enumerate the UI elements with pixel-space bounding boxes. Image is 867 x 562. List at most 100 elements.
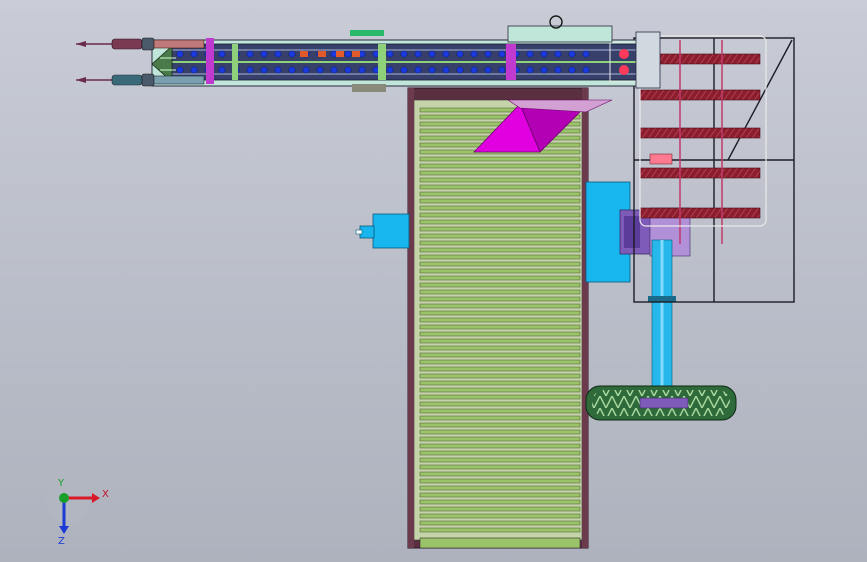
boom-roller — [484, 66, 492, 74]
conveyor-slat — [419, 464, 581, 470]
conveyor-slat — [419, 478, 581, 484]
conveyor-rail-left — [408, 88, 414, 548]
conveyor-slat — [419, 527, 581, 533]
boom-roller — [400, 50, 408, 58]
probe-arm-lower[interactable] — [76, 73, 205, 87]
conveyor-slat — [419, 408, 581, 414]
conveyor-slat — [419, 156, 581, 162]
conveyor-slat — [419, 394, 581, 400]
conveyor-slat — [419, 471, 581, 477]
boom-roller — [554, 66, 562, 74]
conveyor-slat — [419, 359, 581, 365]
slat-conveyor[interactable] — [407, 87, 589, 549]
conveyor-rail-right — [582, 88, 588, 548]
y-axis-label: Y — [57, 478, 65, 489]
conveyor-end-roller — [419, 537, 581, 549]
conveyor-slat — [419, 352, 581, 358]
boom-roller-accent — [336, 51, 344, 57]
boom-roller — [246, 66, 254, 74]
conveyor-slat — [419, 254, 581, 260]
conveyor-slat — [419, 506, 581, 512]
conveyor-slat — [419, 485, 581, 491]
conveyor-slat — [419, 422, 581, 428]
boom-roller — [470, 50, 478, 58]
conveyor-slat — [419, 240, 581, 246]
conveyor-slat — [419, 373, 581, 379]
conveyor-slat — [419, 415, 581, 421]
boom-roller — [260, 50, 268, 58]
boom-roller — [414, 50, 422, 58]
boom-roller — [358, 66, 366, 74]
reel-bar — [639, 89, 761, 101]
conveyor-slat — [419, 380, 581, 386]
conveyor-slat — [419, 212, 581, 218]
boom-roller — [344, 50, 352, 58]
boom-roller — [582, 66, 590, 74]
boom-roller — [386, 66, 394, 74]
boom-roller — [582, 50, 590, 58]
boom-roller — [428, 50, 436, 58]
boom-roller — [288, 66, 296, 74]
boom-roller — [246, 50, 254, 58]
boom-roller — [176, 66, 184, 74]
conveyor-slat — [419, 499, 581, 505]
boom-roller — [540, 50, 548, 58]
conveyor-slat — [419, 317, 581, 323]
conveyor-slat — [419, 436, 581, 442]
conveyor-slat — [419, 233, 581, 239]
boom-roller-accent — [300, 51, 308, 57]
boom-roller — [316, 66, 324, 74]
boom-roller — [442, 66, 450, 74]
conveyor-slat — [419, 191, 581, 197]
boom-roller — [190, 50, 198, 58]
z-axis-label: Z — [58, 536, 65, 547]
conveyor-slat — [419, 457, 581, 463]
conveyor-slat — [419, 310, 581, 316]
boom-roller — [274, 66, 282, 74]
boom-roller — [554, 50, 562, 58]
boom-roller — [176, 50, 184, 58]
boom-roller — [218, 50, 226, 58]
boom-roller — [442, 50, 450, 58]
conveyor-slat — [419, 443, 581, 449]
boom-roller — [568, 66, 576, 74]
boom-roller — [484, 50, 492, 58]
cad-viewport[interactable]: X Y Z — [0, 0, 867, 562]
drive-shaft[interactable] — [648, 239, 676, 401]
conveyor-slat — [419, 296, 581, 302]
conveyor-slat — [419, 401, 581, 407]
boom-roller — [568, 50, 576, 58]
conveyor-slat — [419, 205, 581, 211]
boom-roller-accent — [318, 51, 326, 57]
conveyor-slat — [419, 163, 581, 169]
conveyor-slat — [419, 366, 581, 372]
left-drive-motor[interactable] — [355, 213, 410, 249]
conveyor-slat — [419, 268, 581, 274]
boom-roller — [218, 66, 226, 74]
conveyor-slats — [419, 107, 581, 533]
probe-arm-upper[interactable] — [76, 37, 205, 51]
conveyor-slat — [419, 247, 581, 253]
reel-tag — [649, 153, 673, 165]
y-axis-arrow — [59, 493, 69, 503]
boom-roller — [288, 50, 296, 58]
ground-wheel[interactable] — [585, 385, 737, 421]
coordinate-triad: X Y Z — [46, 478, 109, 547]
reel-bar — [639, 167, 761, 179]
boom-roller — [526, 50, 534, 58]
boom-roller — [498, 66, 506, 74]
conveyor-slat — [419, 226, 581, 232]
right-drive-motor[interactable] — [585, 181, 691, 283]
conveyor-slat — [419, 429, 581, 435]
harvester-model[interactable] — [0, 0, 867, 562]
conveyor-slat — [419, 324, 581, 330]
boom-roller — [400, 66, 408, 74]
picking-boom[interactable] — [151, 15, 661, 92]
boom-roller — [330, 66, 338, 74]
boom-roller — [456, 66, 464, 74]
boom-roller — [414, 66, 422, 74]
boom-roller-accent — [352, 51, 360, 57]
boom-roller — [344, 66, 352, 74]
x-axis-label: X — [102, 489, 109, 500]
reel-bar — [639, 127, 761, 139]
